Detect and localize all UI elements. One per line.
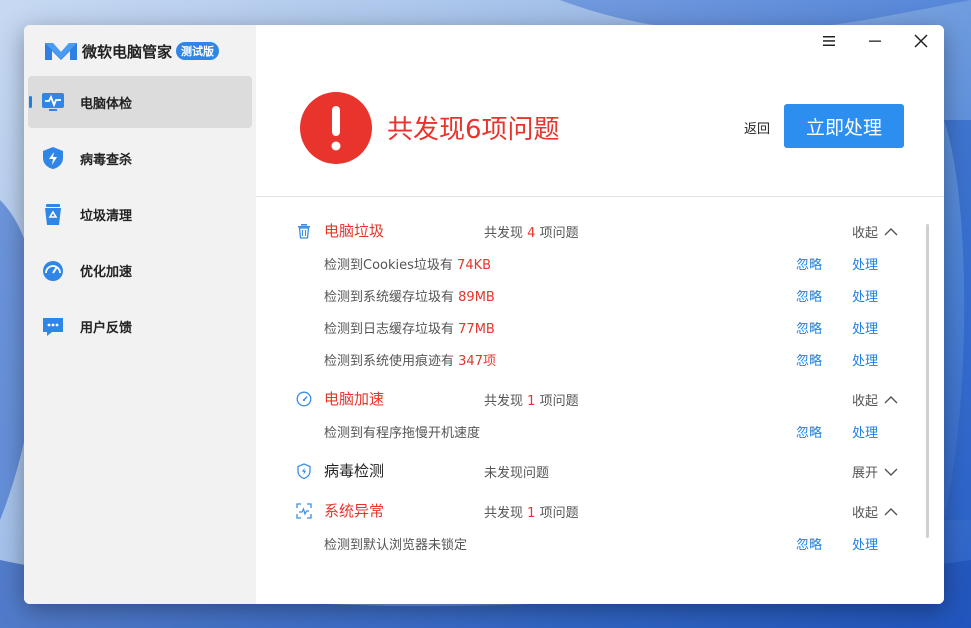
collapse-toggle[interactable]: 收起 — [852, 222, 898, 241]
issue-row: 检测到日志缓存垃圾有 77MB 忽略 处理 — [256, 318, 916, 338]
sidebar-nav: 电脑体检 病毒查杀 垃圾清理 优化加速 用户反馈 — [28, 76, 252, 356]
issue-row: 检测到系统缓存垃圾有 89MB 忽略 处理 — [256, 286, 916, 306]
handle-link[interactable]: 处理 — [852, 254, 878, 273]
sidebar-item-label: 病毒查杀 — [80, 152, 133, 168]
beta-badge: 测试版 — [176, 42, 220, 60]
ignore-link[interactable]: 忽略 — [796, 422, 822, 441]
sidebar: 微软电脑管家 测试版 电脑体检 病毒查杀 垃圾清理 优化加速 用户反馈 — [24, 25, 256, 604]
collapse-toggle[interactable]: 收起 — [852, 390, 898, 409]
issue-text: 检测到系统缓存垃圾有 — [324, 290, 455, 305]
issue-text: 检测到有程序拖慢开机速度 — [324, 426, 481, 441]
section-header-junk: 电脑垃圾 共发现 4 项问题 收起 — [256, 220, 916, 242]
fix-now-button[interactable]: 立即处理 — [784, 104, 904, 148]
handle-link[interactable]: 处理 — [852, 286, 878, 305]
app-window: 微软电脑管家 测试版 电脑体检 病毒查杀 垃圾清理 优化加速 用户反馈 共发现6… — [24, 25, 944, 604]
menu-button[interactable] — [817, 31, 841, 51]
sidebar-item-label: 用户反馈 — [80, 320, 133, 336]
sidebar-item-label: 垃圾清理 — [80, 208, 133, 224]
issue-row: 检测到系统使用痕迹有 347项 忽略 处理 — [256, 350, 916, 370]
issue-row: 检测到有程序拖慢开机速度 忽略 处理 — [256, 422, 916, 442]
sidebar-item-optimize[interactable]: 优化加速 — [28, 244, 252, 296]
ignore-link[interactable]: 忽略 — [796, 286, 822, 305]
ignore-link[interactable]: 忽略 — [796, 350, 822, 369]
section-header-speedup: 电脑加速 共发现 1 项问题 收起 — [256, 388, 916, 410]
handle-link[interactable]: 处理 — [852, 318, 878, 337]
ignore-link[interactable]: 忽略 — [796, 534, 822, 553]
result-headline: 共发现6项问题 — [387, 115, 560, 145]
sidebar-item-checkup[interactable]: 电脑体检 — [28, 76, 252, 128]
chevron-up-icon — [884, 507, 898, 515]
handle-link[interactable]: 处理 — [852, 534, 878, 553]
ignore-link[interactable]: 忽略 — [796, 254, 822, 273]
minimize-icon — [869, 40, 881, 42]
sidebar-item-antivirus[interactable]: 病毒查杀 — [28, 132, 252, 184]
app-title: 微软电脑管家 — [82, 42, 173, 61]
logo-icon — [45, 43, 77, 60]
recycle-bin-icon — [45, 204, 61, 225]
chevron-up-icon — [884, 227, 898, 235]
divider — [256, 196, 944, 197]
issue-text: 检测到Cookies垃圾有 — [324, 258, 453, 273]
pulse-monitor-icon — [42, 93, 64, 111]
gauge-icon — [296, 391, 312, 407]
speedometer-icon — [43, 261, 63, 281]
issue-row: 检测到默认浏览器未锁定 忽略 处理 — [256, 534, 916, 554]
handle-link[interactable]: 处理 — [852, 350, 878, 369]
handle-link[interactable]: 处理 — [852, 422, 878, 441]
sidebar-item-label: 优化加速 — [80, 264, 133, 280]
menu-icon — [823, 36, 835, 46]
sidebar-item-cleanup[interactable]: 垃圾清理 — [28, 188, 252, 240]
shield-icon — [297, 463, 311, 479]
section-summary: 共发现 4 项问题 — [484, 226, 579, 241]
scan-icon — [296, 503, 312, 519]
app-logo: 微软电脑管家 测试版 — [44, 39, 220, 63]
expand-toggle[interactable]: 展开 — [852, 462, 898, 481]
issue-text: 检测到系统使用痕迹有 — [324, 354, 455, 369]
issue-value: 89MB — [458, 290, 495, 305]
trash-icon — [298, 224, 310, 239]
section-header-system: 系统异常 共发现 1 项问题 收起 — [256, 500, 916, 522]
issue-value: 74KB — [457, 258, 492, 273]
section-title: 系统异常 — [324, 502, 385, 520]
minimize-button[interactable] — [863, 31, 887, 51]
shield-bolt-icon — [43, 147, 63, 169]
sidebar-item-feedback[interactable]: 用户反馈 — [28, 300, 252, 352]
section-title: 电脑加速 — [324, 390, 385, 408]
sidebar-item-label: 电脑体检 — [80, 96, 133, 112]
main-content: 共发现6项问题 返回 立即处理 电脑垃圾 共发现 4 项问题 收起 检测到Coo… — [256, 25, 944, 604]
chevron-up-icon — [884, 395, 898, 403]
ignore-link[interactable]: 忽略 — [796, 318, 822, 337]
collapse-toggle[interactable]: 收起 — [852, 502, 898, 521]
issue-value: 77MB — [458, 322, 495, 337]
issue-text: 检测到日志缓存垃圾有 — [324, 322, 455, 337]
section-summary: 未发现问题 — [484, 466, 550, 481]
section-header-virus: 病毒检测 未发现问题 展开 — [256, 460, 916, 482]
section-summary: 共发现 1 项问题 — [484, 506, 579, 521]
chat-bubble-icon — [43, 318, 63, 336]
section-title: 病毒检测 — [324, 462, 385, 480]
back-link[interactable]: 返回 — [744, 118, 770, 137]
section-summary: 共发现 1 项问题 — [484, 394, 579, 409]
issue-value: 347项 — [458, 354, 496, 369]
chevron-down-icon — [884, 468, 898, 476]
issue-row: 检测到Cookies垃圾有 74KB 忽略 处理 — [256, 254, 916, 274]
warning-icon — [300, 92, 372, 164]
scrollbar[interactable] — [926, 224, 929, 538]
close-button[interactable] — [909, 31, 933, 51]
section-title: 电脑垃圾 — [324, 222, 385, 240]
close-icon — [914, 34, 928, 48]
issue-text: 检测到默认浏览器未锁定 — [324, 538, 468, 553]
